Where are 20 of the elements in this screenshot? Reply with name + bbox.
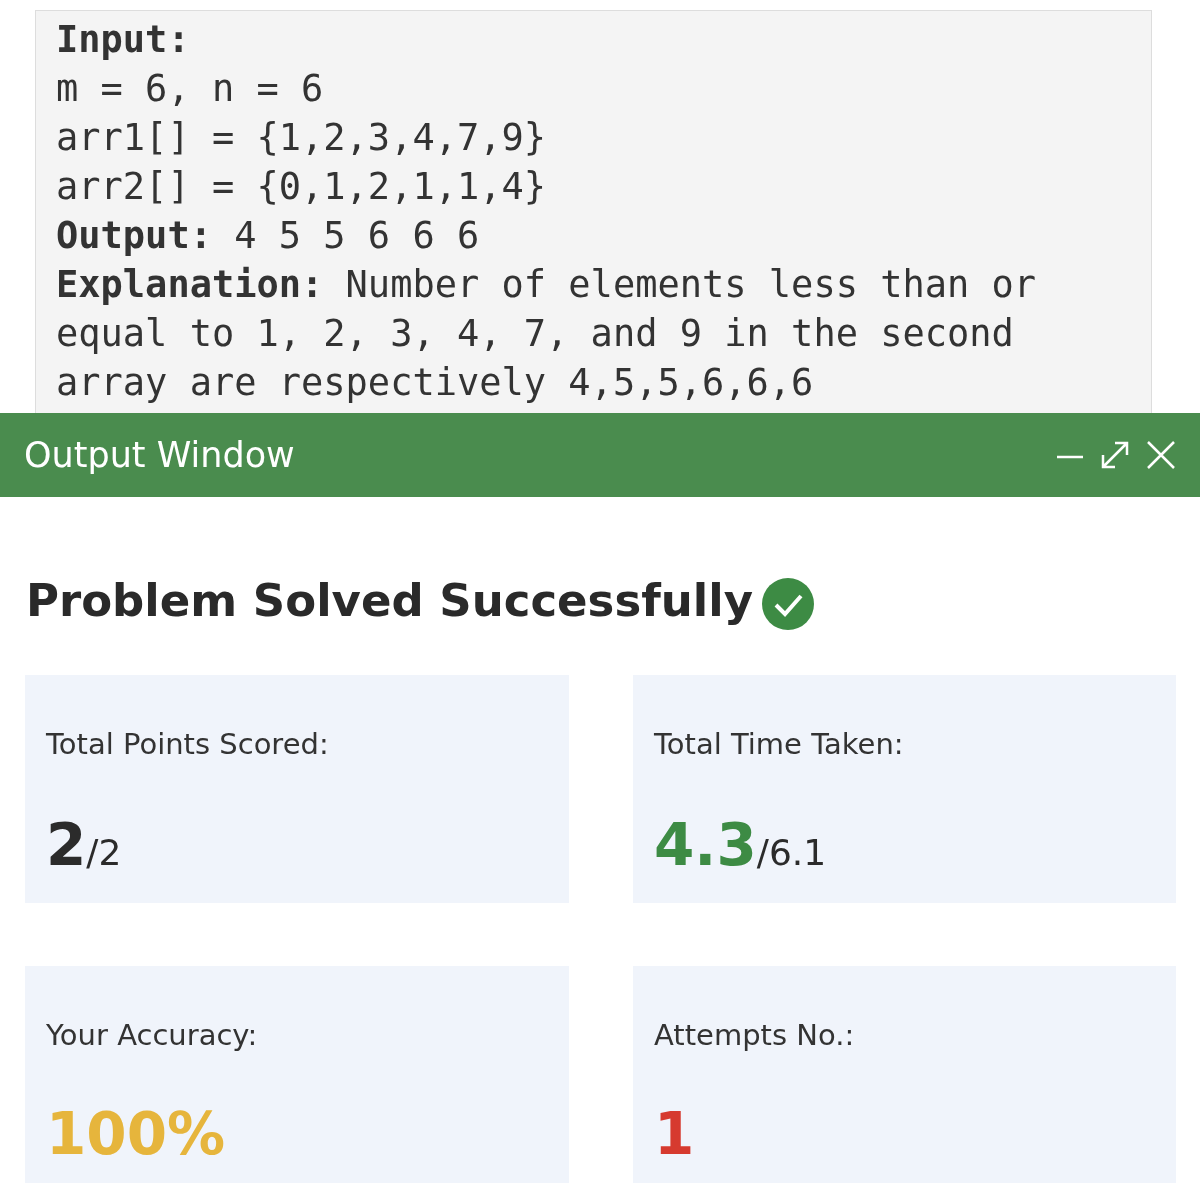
stat-label: Total Points Scored: xyxy=(46,725,330,763)
code-line: arr1[] = {1,2,3,4,7,9} xyxy=(56,115,548,161)
stat-value: 1 xyxy=(654,1105,695,1163)
stat-value: 100% xyxy=(46,1105,226,1163)
stat-total: /2 xyxy=(86,832,122,875)
code-line: Explanation: Number of elements less than or equal to 1, 2, 3, 4, 7, and 9 in the second array are respectively 4,5,5,6,6,6 xyxy=(56,262,1038,406)
code-heading: Input: xyxy=(56,17,191,63)
code-line: Output: 4 5 5 6 6 6 xyxy=(56,213,481,259)
window-title: Output Window xyxy=(24,433,295,477)
code-line: arr2[] = {0,1,2,1,1,4} xyxy=(56,164,548,210)
close-icon[interactable] xyxy=(1146,440,1176,470)
stat-value: 2 xyxy=(46,816,87,874)
stat-value: 4.3 xyxy=(654,816,757,874)
stat-label: Total Time Taken: xyxy=(654,725,905,763)
stat-total: /6.1 xyxy=(756,831,827,875)
code-line: m = 6, n = 6 xyxy=(56,66,325,112)
stat-label: Your Accuracy: xyxy=(46,1016,259,1054)
stat-label: Attempts No.: xyxy=(654,1016,856,1054)
result-title: Problem Solved Successfully xyxy=(26,573,753,629)
expand-icon[interactable] xyxy=(1100,440,1130,470)
